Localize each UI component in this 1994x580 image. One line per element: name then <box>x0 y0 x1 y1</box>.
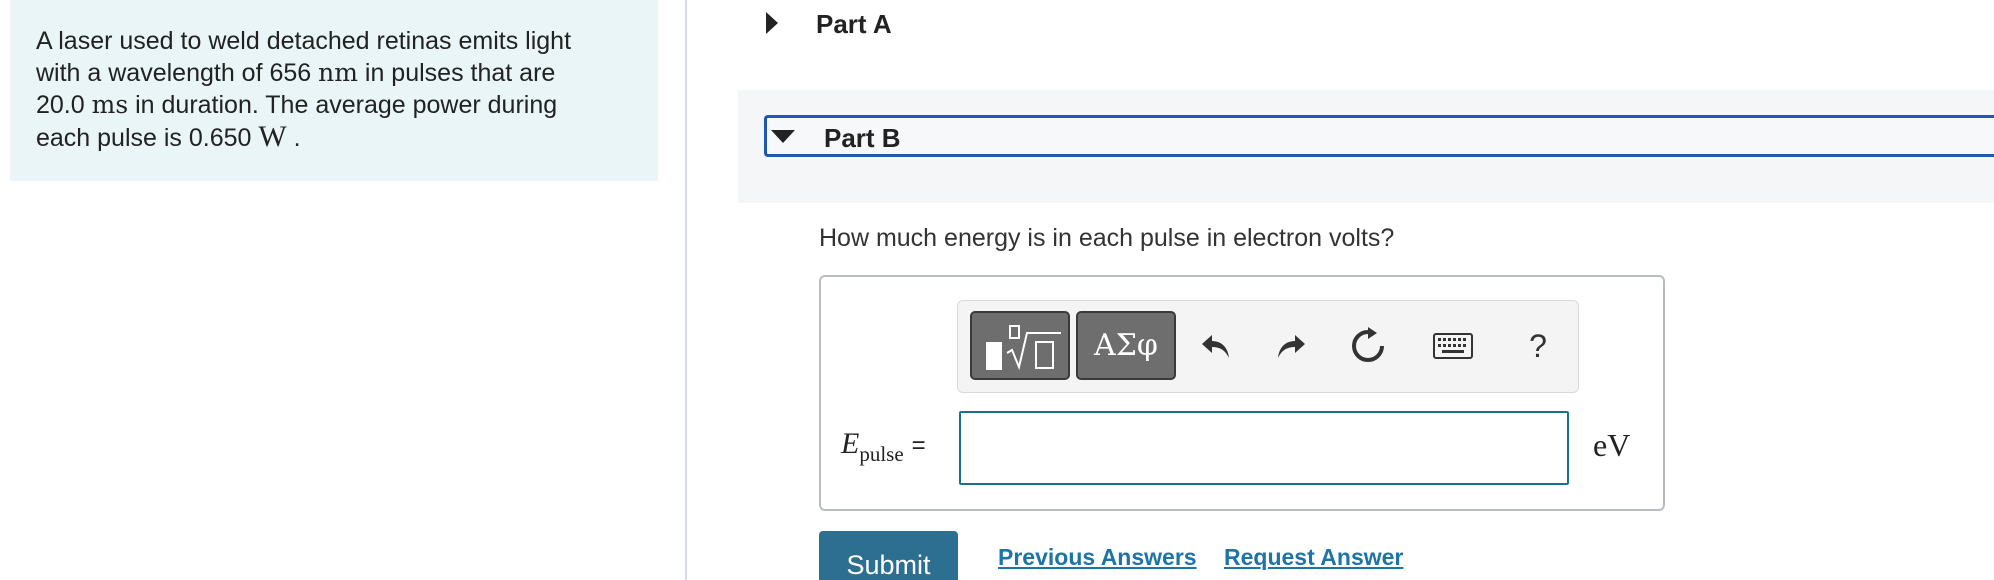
intro-line-2c: in pulses that are <box>357 59 556 87</box>
page: A laser used to weld detached retinas em… <box>0 0 1994 580</box>
reset-icon[interactable] <box>1346 323 1390 369</box>
answer-unit: eV <box>1593 427 1631 463</box>
intro-line-4c: . <box>286 124 301 152</box>
variable-subscript: pulse <box>859 442 904 466</box>
template-block-icon <box>986 342 1002 370</box>
undo-icon[interactable] <box>1194 323 1238 369</box>
problem-intro-text: A laser used to weld detached retinas em… <box>36 25 636 154</box>
answer-input[interactable] <box>959 411 1569 485</box>
keyboard-icon[interactable] <box>1428 323 1478 369</box>
answer-box: ΑΣφ ? Epulse = eV <box>819 275 1665 511</box>
templates-button[interactable] <box>970 311 1070 380</box>
math-toolbar: ΑΣφ ? <box>957 300 1579 393</box>
question-text: How much energy is in each pulse in elec… <box>819 224 1395 252</box>
intro-unit-ms: ms <box>91 90 129 119</box>
expand-arrow-icon[interactable] <box>766 12 778 34</box>
variable-symbol: E <box>841 427 860 460</box>
templates-sqrt-icon <box>1006 325 1061 371</box>
part-a-header[interactable]: Part A <box>760 0 1994 50</box>
problem-intro-panel: A laser used to weld detached retinas em… <box>10 0 658 181</box>
part-a-label: Part A <box>816 9 892 39</box>
greek-symbols-button[interactable]: ΑΣφ <box>1076 311 1176 380</box>
intro-line-3c: in duration. The average power during <box>128 91 558 119</box>
collapse-arrow-icon[interactable] <box>771 130 795 143</box>
part-b-label: Part B <box>824 123 901 153</box>
intro-line-1: A laser used to weld detached retinas em… <box>36 27 572 55</box>
request-answer-link[interactable]: Request Answer <box>1224 544 1403 571</box>
redo-icon[interactable] <box>1269 323 1313 369</box>
equals-sign: = <box>911 432 926 459</box>
part-b-header[interactable]: Part B <box>764 115 1994 157</box>
help-button[interactable]: ? <box>1516 323 1560 369</box>
previous-answers-link[interactable]: Previous Answers <box>998 544 1197 571</box>
intro-line-3a: 20.0 <box>36 91 92 119</box>
intro-line-4a: each pulse is 0.650 <box>36 124 259 152</box>
intro-unit-nm: nm <box>318 58 358 87</box>
greek-symbols-label: ΑΣφ <box>1094 328 1158 363</box>
submit-button[interactable]: Submit <box>819 531 958 580</box>
intro-unit-w: W <box>258 120 287 153</box>
answer-variable-label: Epulse = <box>841 427 926 466</box>
intro-line-2a: with a wavelength of 656 <box>36 59 319 87</box>
column-divider <box>685 0 687 580</box>
